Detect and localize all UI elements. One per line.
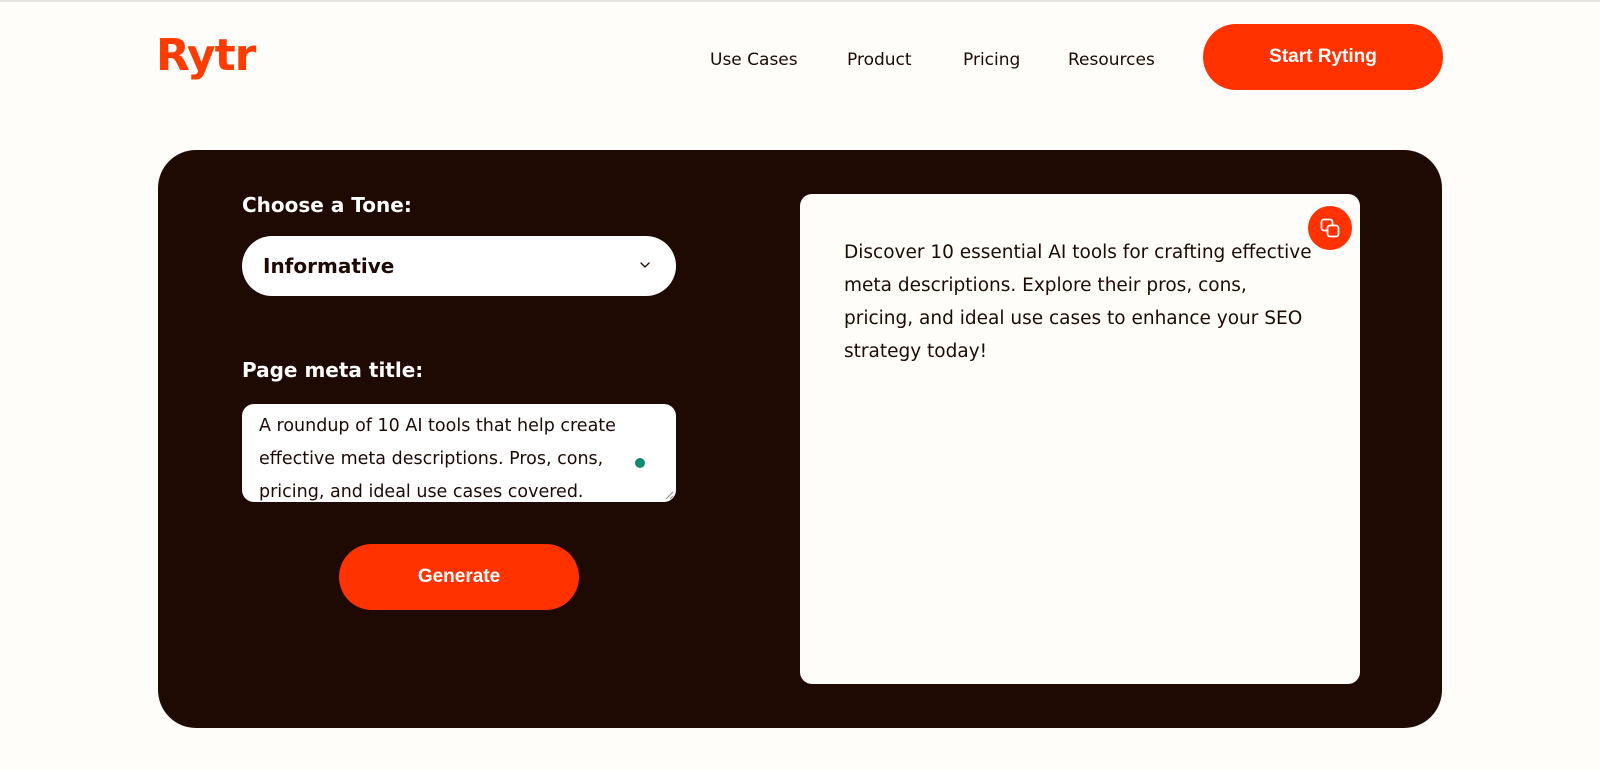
generate-button[interactable]: Generate — [339, 544, 579, 610]
resize-handle-icon[interactable] — [665, 491, 674, 500]
copy-icon — [1320, 218, 1340, 238]
tone-selected-value: Informative — [263, 254, 395, 278]
start-ryting-button[interactable]: Start Ryting — [1203, 24, 1443, 90]
generator-panel: Choose a Tone: Informative Page meta tit… — [158, 150, 1442, 728]
meta-title-text: A roundup of 10 AI tools that help creat… — [259, 416, 616, 502]
nav-resources[interactable]: Resources — [1068, 48, 1155, 72]
meta-title-label: Page meta title: — [242, 358, 424, 382]
meta-title-textarea[interactable]: A roundup of 10 AI tools that help creat… — [242, 404, 676, 502]
output-box: Discover 10 essential AI tools for craft… — [800, 194, 1360, 684]
tone-label: Choose a Tone: — [242, 193, 412, 217]
copy-button[interactable] — [1308, 206, 1352, 250]
site-header: Rytr Use Cases Product Pricing Resources… — [0, 2, 1600, 114]
nav-product[interactable]: Product — [847, 48, 912, 72]
text-cursor-indicator — [635, 458, 645, 468]
nav-pricing[interactable]: Pricing — [963, 48, 1020, 72]
chevron-down-icon — [640, 262, 650, 268]
tone-select[interactable]: Informative — [242, 236, 676, 296]
rytr-logo[interactable]: Rytr — [156, 30, 256, 82]
nav-use-cases[interactable]: Use Cases — [710, 48, 798, 72]
generated-text: Discover 10 essential AI tools for craft… — [844, 242, 1312, 362]
